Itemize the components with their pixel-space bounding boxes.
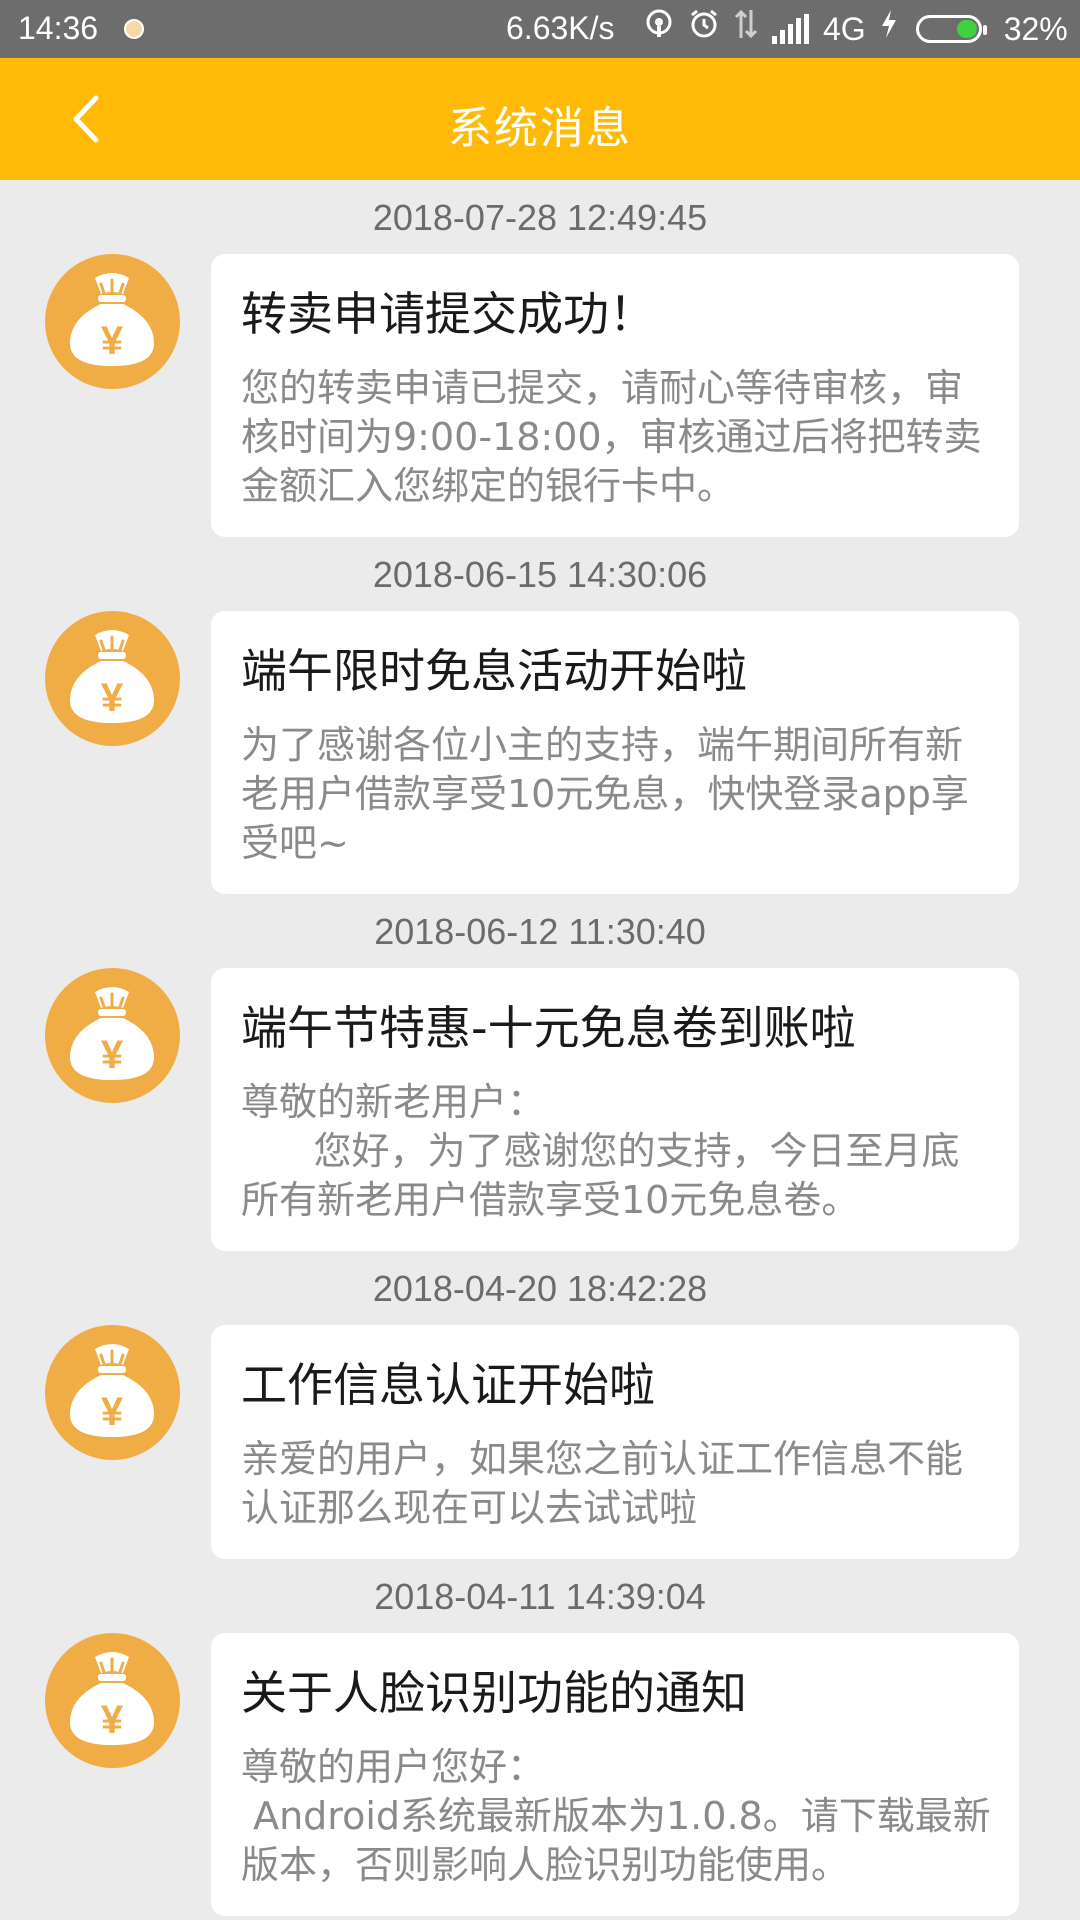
message-timestamp: 2018-06-12 11:30:40 [374, 911, 706, 952]
message-item[interactable]: 2018-06-12 11:30:40 ¥ 端午节特惠-十元免息卷到账啦尊敬的新老用… [0, 894, 1080, 1251]
message-title: 端午限时免息活动开始啦 [241, 644, 747, 698]
app-header: 系统消息 [0, 58, 1080, 180]
message-item[interactable]: 2018-04-11 14:39:04 ¥ 关于人脸识别功能的通知尊敬的用户您好： … [0, 1559, 1080, 1916]
notification-icon [124, 19, 144, 39]
message-title: 端午节特惠-十元免息卷到账啦 [241, 1001, 856, 1055]
message-body: 为了感谢各位小主的支持，端午期间所有新老用户借款享受10元免息，快快登录app享… [241, 723, 969, 865]
signal-icon [772, 14, 809, 44]
message-body: 亲爱的用户，如果您之前认证工作信息不能认证那么现在可以去试试啦 [241, 1437, 964, 1530]
message-item[interactable]: 2018-04-20 18:42:28 ¥ 工作信息认证开始啦亲爱的用户，如果您之前… [0, 1251, 1080, 1559]
hotspot-icon [644, 9, 674, 50]
message-title: 转卖申请提交成功！ [241, 287, 655, 341]
message-card[interactable]: 转卖申请提交成功！ 您的转卖申请已提交，请耐心等待审核，审核时间为9:00-18:… [211, 254, 1019, 537]
charging-icon [880, 9, 898, 50]
money-bag-icon: ¥ [45, 254, 180, 389]
money-bag-icon: ¥ [45, 1633, 180, 1768]
yen-symbol: ¥ [101, 1033, 124, 1077]
message-title: 关于人脸识别功能的通知 [241, 1666, 747, 1720]
money-bag-icon: ¥ [45, 1325, 180, 1460]
data-icon [734, 8, 758, 51]
network-speed: 6.63K/s [506, 10, 615, 46]
message-title: 工作信息认证开始啦 [241, 1358, 655, 1412]
money-bag-icon: ¥ [45, 611, 180, 746]
message-timestamp: 2018-07-28 12:49:45 [372, 197, 708, 238]
message-item[interactable]: 2018-07-28 12:49:45 ¥ 转卖申请提交成功！ 您的转卖申请已提交，请… [0, 180, 1080, 537]
battery-icon [915, 15, 987, 43]
message-timestamp: 2018-06-15 14:30:06 [372, 554, 708, 595]
message-body: 尊敬的新老用户： 您好，为了感谢您的支持，今日至月底所有新老用户借款享受10元免… [241, 1080, 960, 1222]
status-time: 14:36 [18, 10, 99, 46]
message-card[interactable]: 关于人脸识别功能的通知尊敬的用户您好： Android系统最新版本为1.0.8。… [211, 1633, 1019, 1916]
yen-symbol: ¥ [101, 676, 124, 720]
page-title: 系统消息 [448, 103, 632, 154]
battery-percent: 32% [1003, 10, 1068, 47]
yen-symbol: ¥ [101, 319, 124, 363]
message-card[interactable]: 端午节特惠-十元免息卷到账啦尊敬的新老用户： 您好，为了感谢您的支持，今日至月底… [211, 968, 1019, 1251]
message-item[interactable]: 2018-06-15 14:30:06 ¥ 端午限时免息活动开始啦为了感谢各位小主的… [0, 537, 1080, 894]
yen-symbol: ¥ [101, 1390, 124, 1434]
message-list: 2018-07-28 12:49:45 ¥ 转卖申请提交成功！ 您的转卖申请已提交，请… [0, 180, 1080, 1916]
alarm-icon [688, 8, 720, 51]
money-bag-icon: ¥ [45, 968, 180, 1103]
message-body: 尊敬的用户您好： Android系统最新版本为1.0.8。请下载最新版本，否则影… [241, 1745, 991, 1887]
message-card[interactable]: 端午限时免息活动开始啦为了感谢各位小主的支持，端午期间所有新老用户借款享受10元… [211, 611, 1019, 894]
message-card[interactable]: 工作信息认证开始啦亲爱的用户，如果您之前认证工作信息不能认证那么现在可以去试试啦 [211, 1325, 1019, 1559]
message-timestamp: 2018-04-20 18:42:28 [372, 1268, 708, 1309]
network-type: 4G [823, 11, 866, 47]
message-timestamp: 2018-04-11 14:39:04 [374, 1576, 706, 1617]
yen-symbol: ¥ [101, 1698, 124, 1742]
status-bar: 14:36 6.63K/s 4G 32% [0, 0, 1080, 58]
message-body: 您的转卖申请已提交，请耐心等待审核，审核时间为9:00-18:00，审核通过后将… [241, 366, 982, 508]
